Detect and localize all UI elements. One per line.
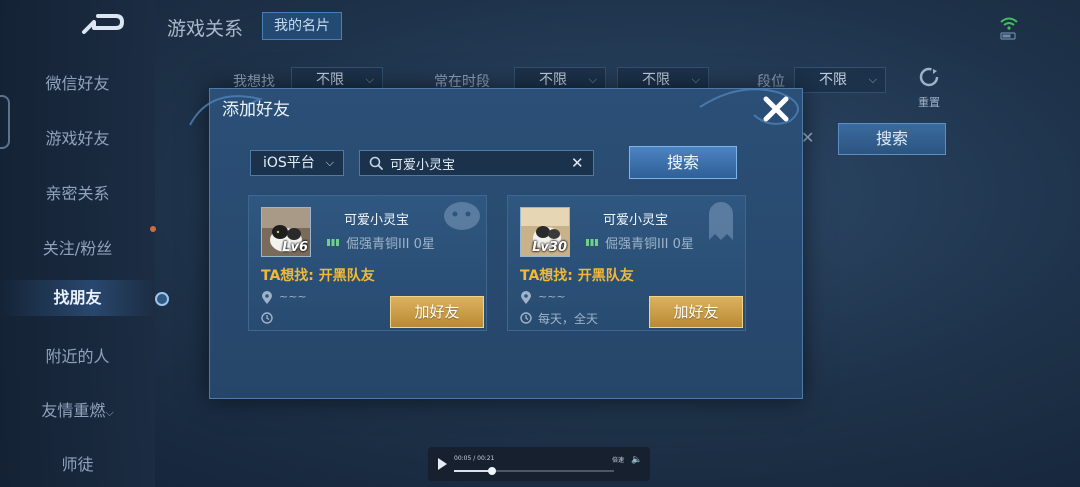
active-indicator-icon [155, 292, 169, 306]
page-title: 游戏关系 [167, 18, 244, 40]
player-location: ~~~ [538, 290, 566, 303]
clock-icon [520, 312, 532, 324]
sidebar-item-intimate[interactable]: 亲密关系 [0, 180, 155, 204]
location-icon [262, 291, 272, 304]
dialog-title: 添加好友 [222, 100, 290, 120]
close-icon[interactable] [762, 95, 790, 123]
progress-handle[interactable] [488, 467, 497, 475]
player-card[interactable]: Lv6 可爱小灵宝 倔强青铜III 0星 TA想找: 开黑队友 ~~~ 加好友 [248, 195, 487, 331]
avatar: Lv30 [520, 207, 570, 257]
volume-icon[interactable]: 🔈 [631, 455, 642, 465]
notification-dot [150, 226, 156, 232]
sidebar-item-rekindle[interactable]: 友情重燃⌵ [0, 397, 155, 421]
looking-for-text: TA想找: 开黑队友 [520, 268, 634, 284]
player-card[interactable]: Lv30 可爱小灵宝 倔强青铜III 0星 TA想找: 开黑队友 ~~~ 每天，… [507, 195, 746, 331]
sidebar-item-find-friends[interactable]: 找朋友 [0, 280, 155, 316]
sidebar-item-rekindle-label: 友情重燃 [41, 401, 106, 420]
player-name: 可爱小灵宝 [344, 213, 410, 228]
search-icon [369, 156, 383, 170]
active-time-start-value: 不限 [539, 72, 567, 88]
rank-select[interactable]: 不限 ⌵ [794, 67, 886, 93]
location-icon [521, 291, 531, 304]
player-active-time: 每天，全天 [538, 312, 599, 326]
sidebar: 微信好友 游戏好友 亲密关系 关注/粉丝 找朋友 附近的人 友情重燃⌵ 师徒 [0, 0, 155, 487]
clock-icon [261, 312, 273, 324]
reset-label: 重置 [918, 96, 940, 109]
level-badge: Lv30 [532, 240, 567, 255]
avatar: Lv6 [261, 207, 311, 257]
chevron-down-icon: ⌵ [325, 156, 334, 169]
drawer-handle[interactable] [0, 95, 10, 149]
looking-for-text: TA想找: 开黑队友 [261, 268, 375, 284]
search-button[interactable]: 搜索 [629, 146, 737, 179]
platform-value: iOS平台 [263, 155, 315, 171]
player-rank: 倔强青铜III 0星 [605, 237, 694, 252]
video-player: 00:05 / 00:21 倍速 🔈 [428, 447, 650, 481]
rank-icon [586, 239, 598, 246]
player-location: ~~~ [279, 290, 307, 303]
rank-value: 不限 [819, 72, 847, 88]
looking-for-value: 不限 [316, 72, 344, 88]
add-friend-dialog: 添加好友 iOS平台 ⌵ ✕ 搜索 Lv6 [189, 88, 803, 399]
level-badge: Lv6 [282, 240, 308, 255]
wifi-icon [1000, 17, 1018, 40]
sidebar-item-nearby[interactable]: 附近的人 [0, 343, 155, 367]
progress-bar[interactable] [454, 467, 614, 475]
add-friend-button[interactable]: 加好友 [390, 296, 484, 328]
my-card-button[interactable]: 我的名片 [262, 12, 342, 40]
chevron-down-icon: ⌵ [105, 406, 114, 419]
reset-button[interactable]: 重置 [912, 66, 946, 110]
reset-icon [919, 67, 939, 87]
search-field: ✕ [359, 150, 594, 176]
player-name: 可爱小灵宝 [603, 213, 669, 228]
clear-search-icon[interactable]: ✕ [571, 154, 584, 172]
clear-icon[interactable]: ✕ [801, 128, 814, 147]
sidebar-item-mentor[interactable]: 师徒 [0, 451, 155, 475]
playback-time: 00:05 / 00:21 [454, 455, 495, 462]
chat-bubble-icon [444, 202, 480, 230]
search-input[interactable] [390, 153, 560, 173]
add-friend-button[interactable]: 加好友 [649, 296, 743, 328]
sidebar-item-game-friends[interactable]: 游戏好友 [0, 125, 155, 149]
progress-fill [454, 470, 493, 472]
sidebar-item-follow-fans[interactable]: 关注/粉丝 [0, 235, 155, 259]
sidebar-item-wechat-friends[interactable]: 微信好友 [0, 70, 155, 94]
player-rank: 倔强青铜III 0星 [346, 237, 435, 252]
background-search-button[interactable]: 搜索 [838, 123, 946, 155]
back-icon[interactable] [78, 12, 126, 38]
chevron-down-icon: ⌵ [868, 73, 877, 86]
ghost-icon [709, 202, 733, 240]
rank-icon [327, 239, 339, 246]
speed-button[interactable]: 倍速 [612, 455, 624, 464]
platform-select[interactable]: iOS平台 ⌵ [250, 150, 344, 176]
play-icon[interactable] [438, 458, 447, 470]
active-time-end-value: 不限 [642, 72, 670, 88]
